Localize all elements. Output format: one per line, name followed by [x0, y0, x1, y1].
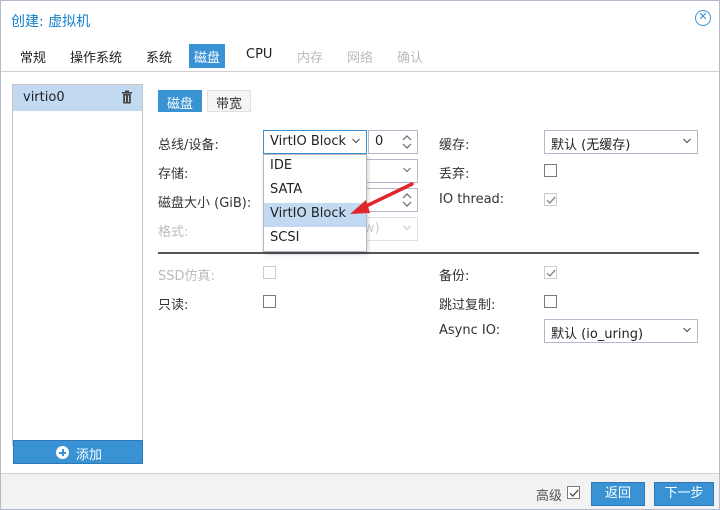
async-io-value: 默认 (io_uring)	[551, 327, 644, 342]
trash-icon[interactable]	[121, 90, 133, 104]
dropdown-option-sata[interactable]: SATA	[264, 179, 366, 203]
checkmark-icon	[569, 489, 579, 498]
format-label: 格式:	[158, 225, 189, 240]
dropdown-option-virtio-block[interactable]: VirtIO Block	[264, 203, 366, 227]
chevron-down-icon	[683, 138, 691, 144]
skip-replication-checkbox[interactable]	[544, 295, 557, 308]
checkmark-icon	[546, 196, 556, 205]
subtab-disk[interactable]: 磁盘	[158, 90, 203, 112]
section-divider	[158, 252, 699, 254]
chevron-down-icon	[403, 167, 411, 173]
chevron-down-icon	[352, 138, 360, 144]
tab-memory: 内存	[297, 51, 324, 66]
tab-disks[interactable]: 磁盘	[189, 44, 226, 68]
title-bar: 创建: 虚拟机 ✕	[1, 1, 719, 37]
device-number-value: 0	[375, 134, 384, 149]
add-disk-label: 添加	[76, 448, 103, 463]
ssd-emulation-checkbox	[263, 266, 276, 279]
advanced-label: 高级	[536, 489, 563, 504]
spinner-icon[interactable]	[401, 190, 413, 210]
spinner-icon[interactable]	[401, 132, 413, 152]
bus-select[interactable]: VirtIO Block	[263, 130, 367, 154]
bus-device-label: 总线/设备:	[158, 138, 219, 153]
backup-label: 备份:	[439, 269, 470, 284]
async-io-select[interactable]: 默认 (io_uring)	[544, 319, 698, 343]
cache-label: 缓存:	[439, 138, 470, 153]
checkmark-icon	[546, 269, 556, 278]
iothread-checkbox[interactable]	[544, 193, 557, 206]
tab-general[interactable]: 常规	[15, 44, 51, 68]
skip-replication-label: 跳过复制:	[439, 298, 496, 313]
bus-dropdown-list: IDE SATA VirtIO Block SCSI	[263, 154, 367, 252]
dialog-title: 创建: 虚拟机	[11, 14, 91, 30]
create-vm-dialog: 创建: 虚拟机 ✕ 常规 操作系统 系统 磁盘 CPU 内存 网络 确认 vir…	[0, 0, 720, 510]
tab-os[interactable]: 操作系统	[65, 44, 127, 68]
async-io-label: Async IO:	[439, 323, 501, 338]
wizard-tabs: 常规 操作系统 系统 磁盘 CPU 内存 网络 确认	[1, 41, 719, 69]
add-disk-button[interactable]: 添加	[13, 440, 143, 464]
device-number-spinner[interactable]: 0	[368, 130, 418, 154]
iothread-label: IO thread:	[439, 192, 505, 207]
dialog-footer: 高级 返回 下一步	[1, 473, 719, 509]
tab-network: 网络	[347, 51, 374, 66]
chevron-down-icon	[403, 225, 411, 231]
subtab-bandwidth[interactable]: 带宽	[207, 90, 252, 112]
tab-cpu[interactable]: CPU	[241, 44, 277, 68]
readonly-label: 只读:	[158, 298, 189, 313]
add-icon	[56, 446, 69, 459]
backup-checkbox[interactable]	[544, 266, 557, 279]
ssd-emulation-label: SSD仿真:	[158, 269, 215, 284]
bus-select-value: VirtIO Block	[270, 134, 347, 149]
advanced-checkbox[interactable]	[567, 486, 580, 499]
disk-list: virtio0	[12, 84, 143, 446]
tab-system[interactable]: 系统	[141, 44, 177, 68]
cache-select[interactable]: 默认 (无缓存)	[544, 130, 698, 154]
tab-confirm: 确认	[397, 51, 424, 66]
storage-label: 存储:	[158, 167, 189, 182]
chevron-down-icon	[683, 327, 691, 333]
close-icon[interactable]: ✕	[695, 10, 711, 26]
dropdown-option-ide[interactable]: IDE	[264, 155, 366, 179]
list-item-disk[interactable]: virtio0	[13, 85, 142, 111]
dialog-body: virtio0 添加 磁盘 带宽 总线/设备: VirtIO Block 0 存…	[1, 71, 719, 473]
dropdown-option-scsi[interactable]: SCSI	[264, 227, 366, 251]
disk-size-label: 磁盘大小 (GiB):	[158, 196, 252, 211]
back-button[interactable]: 返回	[591, 482, 645, 506]
readonly-checkbox[interactable]	[263, 295, 276, 308]
discard-label: 丢弃:	[439, 167, 470, 182]
discard-checkbox[interactable]	[544, 164, 557, 177]
next-button[interactable]: 下一步	[654, 482, 714, 506]
disk-item-label: virtio0	[23, 90, 65, 105]
disk-settings-panel: 磁盘 带宽 总线/设备: VirtIO Block 0 存储: 磁盘大小 (Gi…	[147, 72, 719, 474]
cache-value: 默认 (无缓存)	[551, 138, 631, 153]
